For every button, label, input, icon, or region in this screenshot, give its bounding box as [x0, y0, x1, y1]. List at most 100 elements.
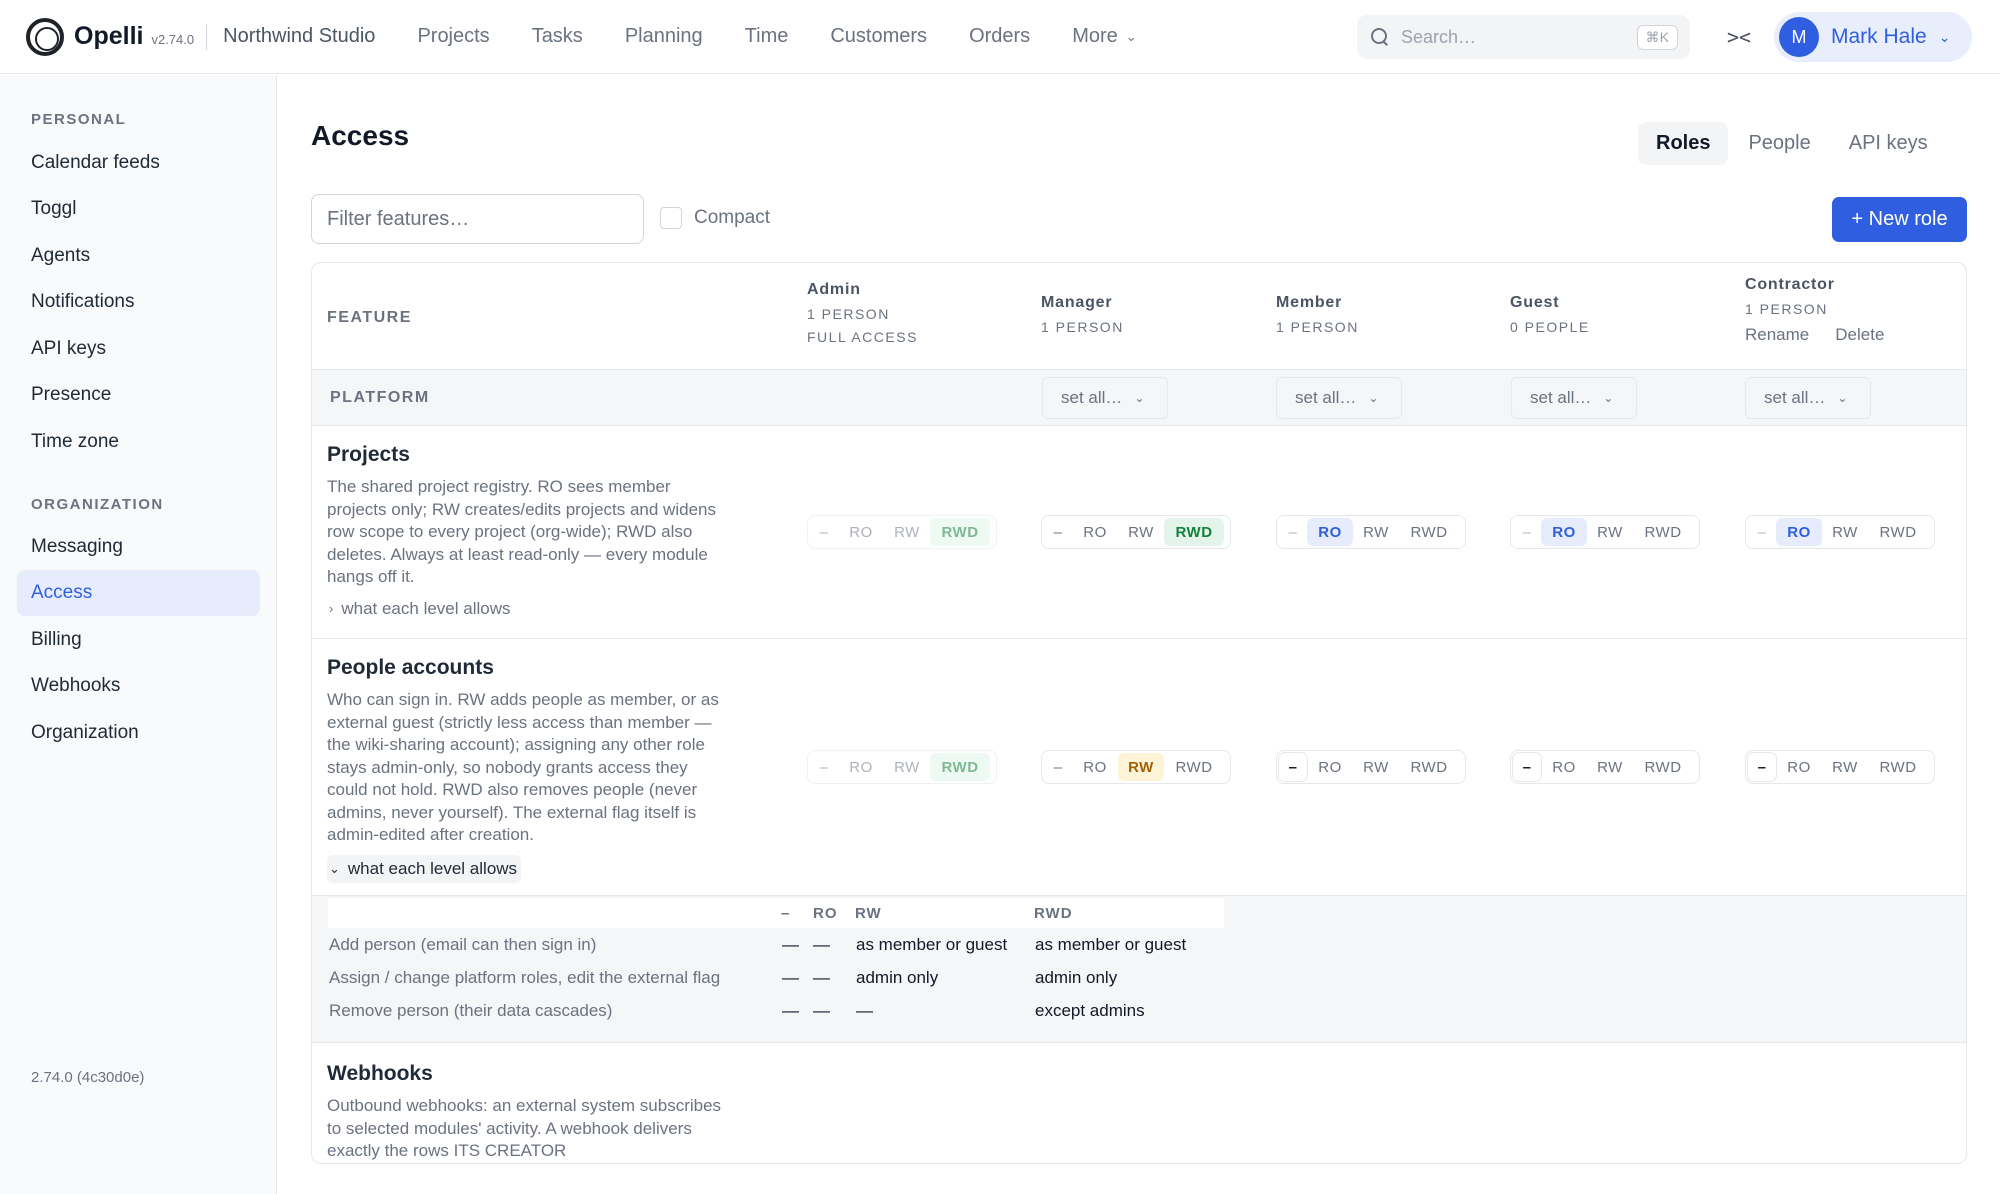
- level-rwd[interactable]: RWD: [1399, 518, 1459, 546]
- level-selector-guest[interactable]: – RO RW RWD: [1510, 515, 1700, 549]
- level-ro[interactable]: RO: [1541, 753, 1587, 781]
- sidebar-item-agents[interactable]: Agents: [17, 233, 260, 279]
- level-rwd[interactable]: RWD: [1633, 518, 1693, 546]
- user-menu[interactable]: M Mark Hale ⌄: [1774, 12, 1972, 62]
- tab-api-keys[interactable]: API keys: [1831, 122, 1946, 165]
- sidebar-item-api-keys[interactable]: API keys: [17, 326, 260, 372]
- level-rw[interactable]: RW: [1587, 518, 1633, 546]
- sidebar-item-messaging[interactable]: Messaging: [17, 524, 260, 570]
- level-rwd[interactable]: RWD: [1164, 518, 1224, 546]
- level-selector-manager[interactable]: – RO RW RWD: [1041, 750, 1231, 784]
- level-ro[interactable]: RO: [1541, 518, 1587, 546]
- chevron-down-icon: ⌄: [1938, 28, 1951, 45]
- sidebar-item-webhooks[interactable]: Webhooks: [17, 663, 260, 709]
- nav-more[interactable]: More ⌄: [1072, 25, 1136, 48]
- sidebar-item-presence[interactable]: Presence: [17, 372, 260, 418]
- nav-customers[interactable]: Customers: [830, 25, 927, 48]
- set-all-label: set all…: [1764, 388, 1826, 407]
- level-selector-manager[interactable]: – RO RW RWD: [1041, 515, 1231, 549]
- sidebar-item-access[interactable]: Access: [17, 570, 260, 616]
- detail-cell: —: [813, 1001, 830, 1020]
- level-none[interactable]: –: [1748, 518, 1776, 546]
- sidebar-item-notifications[interactable]: Notifications: [17, 279, 260, 325]
- brand[interactable]: Opelli v2.74.0: [26, 17, 195, 56]
- filter-features-input[interactable]: [311, 194, 644, 244]
- level-none[interactable]: –: [1044, 518, 1072, 546]
- tab-people[interactable]: People: [1730, 122, 1828, 165]
- role-name: Guest: [1510, 294, 1560, 311]
- detail-cell: as member or guest: [856, 935, 1008, 954]
- level-ro[interactable]: RO: [1307, 518, 1353, 546]
- level-rwd: RWD: [930, 518, 990, 546]
- level-selector-member[interactable]: – RO RW RWD: [1276, 750, 1466, 784]
- detail-cell: —: [782, 935, 799, 954]
- level-ro[interactable]: RO: [1776, 518, 1822, 546]
- level-rw[interactable]: RW: [1822, 753, 1868, 781]
- collapse-sidebar-icon[interactable]: ><: [1724, 22, 1754, 52]
- nav-planning[interactable]: Planning: [625, 25, 703, 48]
- level-rwd[interactable]: RWD: [1633, 753, 1693, 781]
- level-none[interactable]: –: [1748, 753, 1776, 781]
- level-selector-guest[interactable]: – RO RW RWD: [1510, 750, 1700, 784]
- level-rw[interactable]: RW: [1587, 753, 1633, 781]
- sidebar-item-organization[interactable]: Organization: [17, 710, 260, 756]
- new-role-button[interactable]: + New role: [1832, 197, 1967, 242]
- set-all-guest-select[interactable]: set all… ⌄: [1511, 377, 1637, 419]
- rename-role-link[interactable]: Rename: [1745, 325, 1809, 345]
- workspace-name[interactable]: Northwind Studio: [223, 25, 375, 48]
- levels-toggle[interactable]: ⌄ what each level allows: [327, 854, 522, 883]
- chevron-down-icon: ⌄: [329, 860, 340, 876]
- compact-label: Compact: [694, 207, 771, 228]
- level-rwd[interactable]: RWD: [1164, 753, 1224, 781]
- level-selector-contractor[interactable]: – RO RW RWD: [1745, 750, 1935, 784]
- level-rw[interactable]: RW: [1118, 518, 1164, 546]
- delete-role-link[interactable]: Delete: [1835, 325, 1884, 345]
- level-rwd[interactable]: RWD: [1868, 518, 1928, 546]
- compact-checkbox[interactable]: [660, 207, 682, 229]
- detail-cell: —: [813, 935, 830, 954]
- nav-orders[interactable]: Orders: [969, 25, 1030, 48]
- role-name: Admin: [807, 281, 861, 298]
- levels-toggle[interactable]: › what each level allows: [327, 599, 727, 619]
- level-rw[interactable]: RW: [1353, 518, 1399, 546]
- level-ro[interactable]: RO: [1072, 518, 1118, 546]
- role-header-admin: Admin 1 PERSON FULL ACCESS: [807, 281, 918, 345]
- level-selector-member[interactable]: – RO RW RWD: [1276, 515, 1466, 549]
- level-ro[interactable]: RO: [1072, 753, 1118, 781]
- level-ro[interactable]: RO: [1776, 753, 1822, 781]
- level-none[interactable]: –: [1279, 753, 1307, 781]
- level-none[interactable]: –: [1279, 518, 1307, 546]
- search-box[interactable]: Search… ⌘K: [1357, 15, 1690, 59]
- nav-time[interactable]: Time: [745, 25, 789, 48]
- sidebar-item-time-zone[interactable]: Time zone: [17, 419, 260, 465]
- sidebar-item-billing[interactable]: Billing: [17, 617, 260, 663]
- nav-projects[interactable]: Projects: [417, 25, 489, 48]
- nav-more-label: More: [1072, 25, 1118, 47]
- level-rw[interactable]: RW: [1353, 753, 1399, 781]
- detail-cell: —: [782, 1001, 799, 1020]
- level-none[interactable]: –: [1513, 518, 1541, 546]
- level-none[interactable]: –: [1044, 753, 1072, 781]
- main-nav: Projects Tasks Planning Time Customers O…: [397, 25, 1158, 48]
- set-all-manager-select[interactable]: set all… ⌄: [1042, 377, 1168, 419]
- detail-cell: —: [856, 1001, 873, 1020]
- level-rw[interactable]: RW: [1118, 753, 1164, 781]
- level-none[interactable]: –: [1513, 753, 1541, 781]
- sidebar-item-toggl[interactable]: Toggl: [17, 186, 260, 232]
- tab-roles[interactable]: Roles: [1638, 122, 1729, 165]
- level-rwd[interactable]: RWD: [1868, 753, 1928, 781]
- role-name: Manager: [1041, 294, 1113, 311]
- level-ro[interactable]: RO: [1307, 753, 1353, 781]
- feature-description: Who can sign in. RW adds people as membe…: [327, 690, 719, 844]
- level-rwd[interactable]: RWD: [1399, 753, 1459, 781]
- feature-title: Webhooks: [327, 1062, 433, 1085]
- sidebar-item-calendar-feeds[interactable]: Calendar feeds: [17, 140, 260, 186]
- nav-tasks[interactable]: Tasks: [532, 25, 583, 48]
- level-selector-contractor[interactable]: – RO RW RWD: [1745, 515, 1935, 549]
- detail-cell: admin only: [856, 968, 939, 987]
- set-all-contractor-select[interactable]: set all… ⌄: [1745, 377, 1871, 419]
- app-version: v2.74.0: [151, 32, 195, 47]
- level-rw[interactable]: RW: [1822, 518, 1868, 546]
- set-all-member-select[interactable]: set all… ⌄: [1276, 377, 1402, 419]
- compact-toggle[interactable]: Compact: [660, 207, 770, 229]
